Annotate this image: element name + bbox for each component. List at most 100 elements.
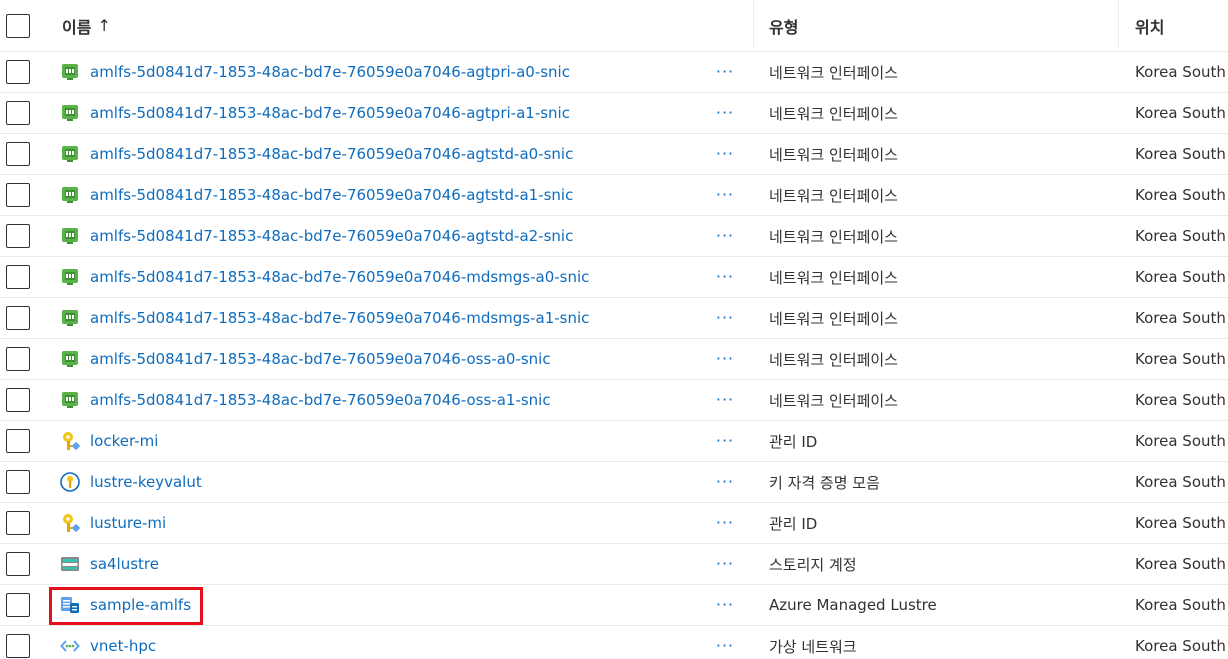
column-header-type[interactable]: 유형 <box>769 0 1109 51</box>
row-select-checkbox[interactable] <box>6 511 30 535</box>
resource-grid: 이름 ↑ 유형 위치 amlfs-5d0841d7-1853-48ac-bd7e… <box>0 0 1228 659</box>
more-options-icon[interactable]: ··· <box>716 64 734 80</box>
network-interface-icon <box>60 144 80 164</box>
row-more-actions-cell: ··· <box>711 503 739 543</box>
more-options-icon[interactable]: ··· <box>716 392 734 408</box>
row-select-checkbox[interactable] <box>6 183 30 207</box>
more-options-icon[interactable]: ··· <box>716 556 734 572</box>
table-row[interactable]: locker-mi ··· 관리 ID Korea South <box>0 421 1228 462</box>
resource-type-label: Azure Managed Lustre <box>769 596 937 614</box>
table-row[interactable]: amlfs-5d0841d7-1853-48ac-bd7e-76059e0a70… <box>0 93 1228 134</box>
more-options-icon[interactable]: ··· <box>716 269 734 285</box>
resource-location-label: Korea South <box>1135 63 1226 81</box>
row-more-actions-cell: ··· <box>711 134 739 174</box>
more-options-icon[interactable]: ··· <box>716 638 734 654</box>
resource-name-cell: sample-amlfs <box>60 585 700 625</box>
row-select-checkbox[interactable] <box>6 552 30 576</box>
resource-location-cell: Korea South <box>1135 175 1228 215</box>
row-select-checkbox[interactable] <box>6 470 30 494</box>
resource-location-label: Korea South <box>1135 145 1226 163</box>
resource-name-link[interactable]: amlfs-5d0841d7-1853-48ac-bd7e-76059e0a70… <box>90 145 573 163</box>
row-select-checkbox[interactable] <box>6 224 30 248</box>
row-select-checkbox[interactable] <box>6 60 30 84</box>
resource-location-cell: Korea South <box>1135 52 1228 92</box>
resource-name-cell: lusture-mi <box>60 503 700 543</box>
resource-name-link[interactable]: amlfs-5d0841d7-1853-48ac-bd7e-76059e0a70… <box>90 268 589 286</box>
more-options-icon[interactable]: ··· <box>716 433 734 449</box>
row-more-actions-cell: ··· <box>711 175 739 215</box>
more-options-icon[interactable]: ··· <box>716 228 734 244</box>
table-row[interactable]: amlfs-5d0841d7-1853-48ac-bd7e-76059e0a70… <box>0 380 1228 421</box>
select-all-checkbox[interactable] <box>6 13 30 38</box>
table-row[interactable]: amlfs-5d0841d7-1853-48ac-bd7e-76059e0a70… <box>0 298 1228 339</box>
table-row[interactable]: amlfs-5d0841d7-1853-48ac-bd7e-76059e0a70… <box>0 216 1228 257</box>
resource-type-label: 키 자격 증명 모음 <box>769 473 880 492</box>
resource-location-cell: Korea South <box>1135 339 1228 379</box>
row-select-checkbox[interactable] <box>6 347 30 371</box>
resource-type-cell: 관리 ID <box>769 421 1109 461</box>
row-select-checkbox[interactable] <box>6 429 30 453</box>
row-select-checkbox[interactable] <box>6 265 30 289</box>
resource-name-cell: amlfs-5d0841d7-1853-48ac-bd7e-76059e0a70… <box>60 216 700 256</box>
resource-name-link[interactable]: sample-amlfs <box>90 596 191 614</box>
more-options-icon[interactable]: ··· <box>716 187 734 203</box>
column-divider[interactable] <box>1118 0 1119 48</box>
resource-location-label: Korea South <box>1135 555 1226 573</box>
table-row[interactable]: lustre-keyvalut ··· 키 자격 증명 모음 Korea South <box>0 462 1228 503</box>
more-options-icon[interactable]: ··· <box>716 105 734 121</box>
resource-name-link[interactable]: amlfs-5d0841d7-1853-48ac-bd7e-76059e0a70… <box>90 391 551 409</box>
table-row[interactable]: sample-amlfs ··· Azure Managed Lustre Korea… <box>0 585 1228 626</box>
resource-type-label: 네트워크 인터페이스 <box>769 391 898 410</box>
resource-name-link[interactable]: amlfs-5d0841d7-1853-48ac-bd7e-76059e0a70… <box>90 186 573 204</box>
row-select-checkbox[interactable] <box>6 634 30 658</box>
row-select-checkbox[interactable] <box>6 101 30 125</box>
table-row[interactable]: amlfs-5d0841d7-1853-48ac-bd7e-76059e0a70… <box>0 134 1228 175</box>
table-row[interactable]: amlfs-5d0841d7-1853-48ac-bd7e-76059e0a70… <box>0 175 1228 216</box>
table-row[interactable]: sa4lustre ··· 스토리지 계정 Korea South <box>0 544 1228 585</box>
resource-name-cell: amlfs-5d0841d7-1853-48ac-bd7e-76059e0a70… <box>60 339 700 379</box>
row-more-actions-cell: ··· <box>711 626 739 659</box>
resource-name-link[interactable]: amlfs-5d0841d7-1853-48ac-bd7e-76059e0a70… <box>90 104 570 122</box>
column-header-location-label: 위치 <box>1135 17 1165 37</box>
resource-name-link[interactable]: lusture-mi <box>90 514 166 532</box>
resource-type-cell: Azure Managed Lustre <box>769 585 1109 625</box>
row-select-cell <box>6 421 34 461</box>
resource-name-link[interactable]: locker-mi <box>90 432 158 450</box>
resource-name-link[interactable]: vnet-hpc <box>90 637 156 655</box>
resource-location-label: Korea South <box>1135 514 1226 532</box>
row-select-checkbox[interactable] <box>6 306 30 330</box>
select-all-cell <box>6 0 34 51</box>
resource-name-link[interactable]: amlfs-5d0841d7-1853-48ac-bd7e-76059e0a70… <box>90 63 570 81</box>
row-select-checkbox[interactable] <box>6 593 30 617</box>
row-select-cell <box>6 585 34 625</box>
column-header-name[interactable]: 이름 ↑ <box>62 0 702 51</box>
table-row[interactable]: amlfs-5d0841d7-1853-48ac-bd7e-76059e0a70… <box>0 52 1228 93</box>
resource-name-link[interactable]: sa4lustre <box>90 555 159 573</box>
more-options-icon[interactable]: ··· <box>716 310 734 326</box>
column-divider[interactable] <box>753 0 754 48</box>
row-select-checkbox[interactable] <box>6 142 30 166</box>
resource-location-label: Korea South <box>1135 350 1226 368</box>
table-row[interactable]: vnet-hpc ··· 가상 네트워크 Korea South <box>0 626 1228 659</box>
resource-location-cell: Korea South <box>1135 626 1228 659</box>
more-options-icon[interactable]: ··· <box>716 515 734 531</box>
table-row[interactable]: lusture-mi ··· 관리 ID Korea South <box>0 503 1228 544</box>
resource-name-link[interactable]: amlfs-5d0841d7-1853-48ac-bd7e-76059e0a70… <box>90 227 573 245</box>
resource-type-label: 스토리지 계정 <box>769 555 857 574</box>
resource-name-link[interactable]: amlfs-5d0841d7-1853-48ac-bd7e-76059e0a70… <box>90 350 551 368</box>
table-row[interactable]: amlfs-5d0841d7-1853-48ac-bd7e-76059e0a70… <box>0 339 1228 380</box>
resource-name-link[interactable]: amlfs-5d0841d7-1853-48ac-bd7e-76059e0a70… <box>90 309 589 327</box>
row-select-checkbox[interactable] <box>6 388 30 412</box>
row-more-actions-cell: ··· <box>711 216 739 256</box>
resource-type-cell: 네트워크 인터페이스 <box>769 216 1109 256</box>
resource-name-link[interactable]: lustre-keyvalut <box>90 473 202 491</box>
row-more-actions-cell: ··· <box>711 298 739 338</box>
more-options-icon[interactable]: ··· <box>716 474 734 490</box>
resource-type-label: 관리 ID <box>769 432 818 451</box>
resource-type-label: 네트워크 인터페이스 <box>769 63 898 82</box>
column-header-location[interactable]: 위치 <box>1135 0 1228 51</box>
more-options-icon[interactable]: ··· <box>716 597 734 613</box>
table-row[interactable]: amlfs-5d0841d7-1853-48ac-bd7e-76059e0a70… <box>0 257 1228 298</box>
more-options-icon[interactable]: ··· <box>716 351 734 367</box>
more-options-icon[interactable]: ··· <box>716 146 734 162</box>
